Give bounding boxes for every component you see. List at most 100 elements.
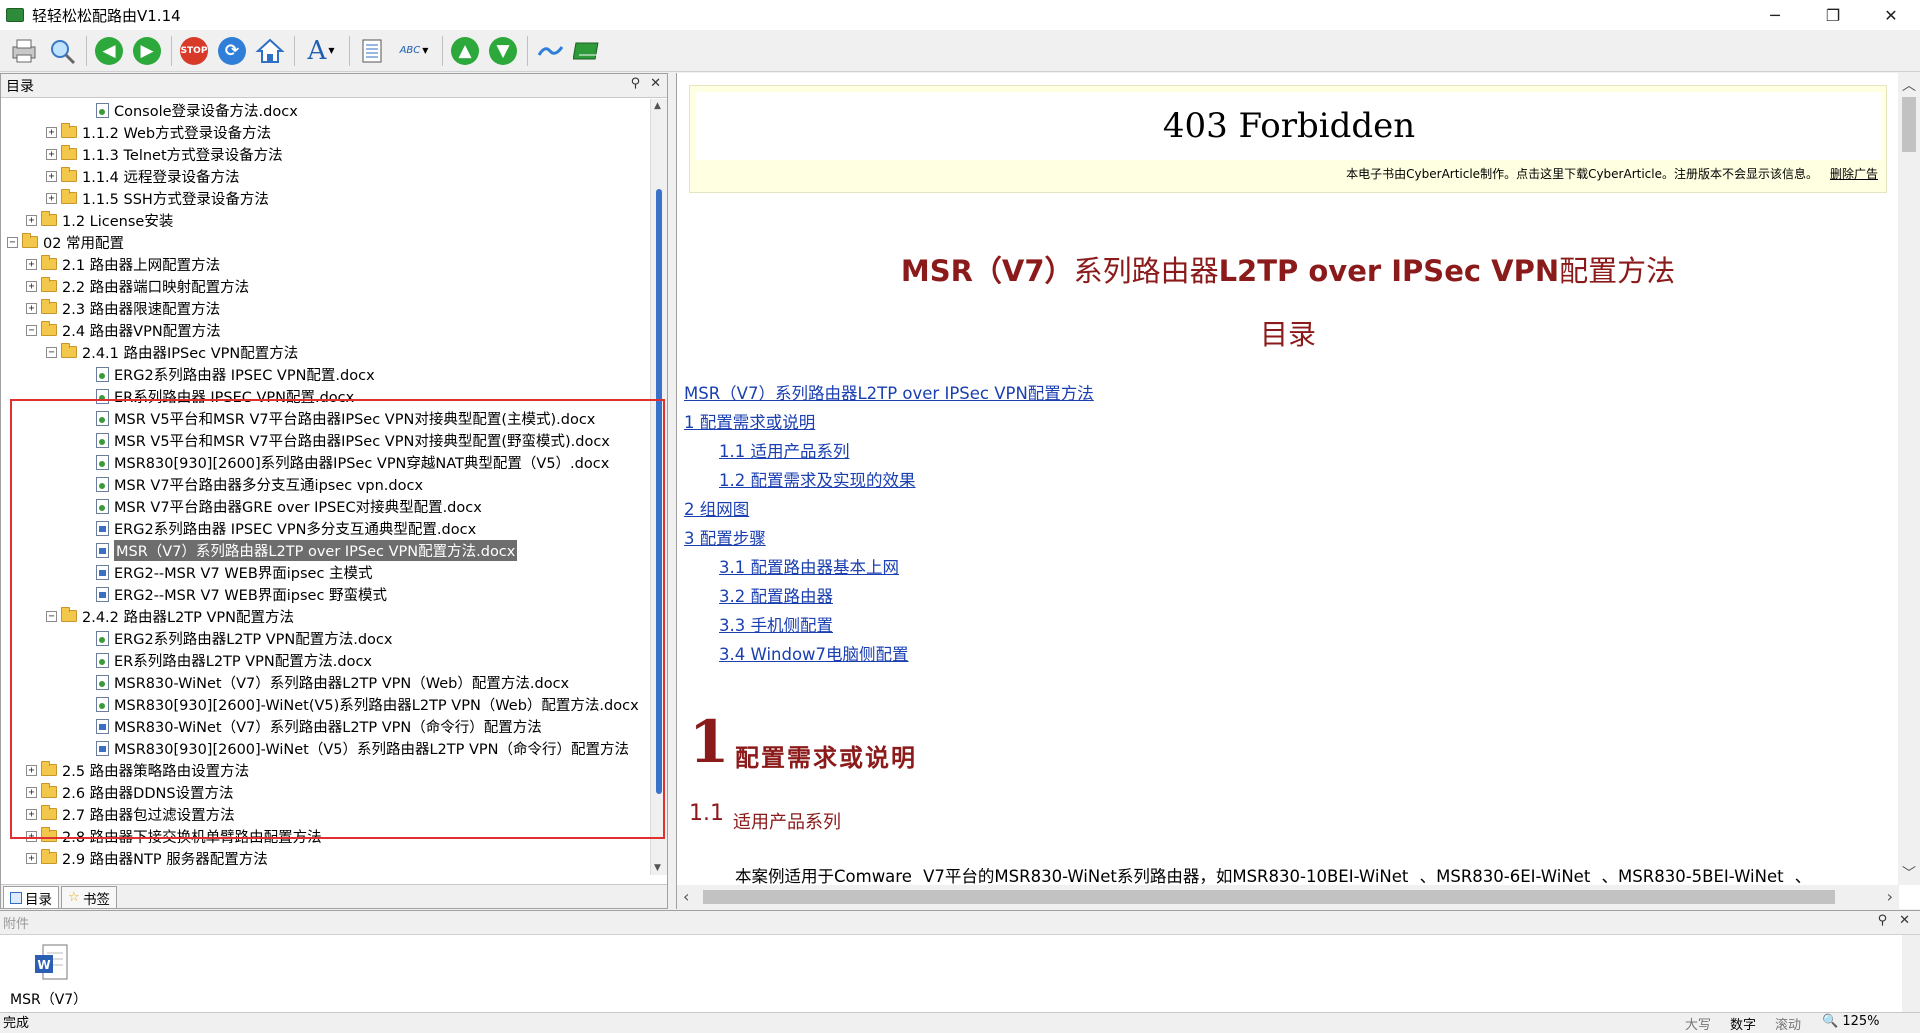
expand-icon[interactable]: + <box>26 258 37 270</box>
tree-document-node[interactable]: ERG2系列路由器 IPSEC VPN多分支互通典型配置.docx <box>81 517 476 539</box>
catalog-button[interactable] <box>354 33 390 69</box>
scroll-down-arrow-icon[interactable]: ▼ <box>654 863 661 873</box>
expand-icon[interactable]: + <box>46 170 57 182</box>
scrollbar-thumb[interactable] <box>1902 97 1916 152</box>
forward-button[interactable]: ▶ <box>129 33 165 69</box>
tree-document-node[interactable]: MSR830-WiNet（V7）系列路由器L2TP VPN（Web）配置方法.d… <box>81 671 569 693</box>
scrollbar-thumb[interactable] <box>703 890 1835 904</box>
toc-link[interactable]: 3.3 手机侧配置 <box>719 612 833 636</box>
expand-icon[interactable]: + <box>26 808 37 820</box>
tree-document-node[interactable]: MSR830[930][2600]-WiNet(V5)系列路由器L2TP VPN… <box>81 693 639 715</box>
spell-button[interactable]: ABC ▼ <box>392 33 436 69</box>
attachment-scrollbar[interactable] <box>1902 935 1920 1013</box>
tab-toc[interactable]: 目录 <box>3 886 59 908</box>
banner-note[interactable]: 本电子书由CyberArticle制作。点击这里下载CyberArticle。注… <box>1346 165 1818 182</box>
toc-link[interactable]: 2 组网图 <box>684 496 749 520</box>
toc-link[interactable]: 3.2 配置路由器 <box>719 583 833 607</box>
expand-icon[interactable]: + <box>46 148 57 160</box>
scroll-up-arrow-icon[interactable]: ▲ <box>654 101 661 111</box>
scroll-down-arrow-icon[interactable]: ﹀ <box>1902 863 1916 883</box>
panel-close-icon[interactable]: ✕ <box>1899 913 1910 928</box>
tree-folder-node[interactable]: +2.3 路由器限速配置方法 <box>26 297 220 319</box>
tree-folder-node[interactable]: − 2.4 路由器VPN配置方法 <box>26 319 221 341</box>
tree-folder-node[interactable]: +2.8 路由器下接交换机单臂路由配置方法 <box>26 825 322 847</box>
back-button[interactable]: ◀ <box>91 33 127 69</box>
expand-icon[interactable]: + <box>26 280 37 292</box>
tree-document-node[interactable]: ERG2系列路由器 IPSEC VPN配置.docx <box>81 363 375 385</box>
tree-document-node[interactable]: MSR V5平台和MSR V7平台路由器IPSec VPN对接典型配置(主模式)… <box>81 407 595 429</box>
tree-folder-node[interactable]: +2.9 路由器NTP 服务器配置方法 <box>26 847 268 869</box>
pin-icon[interactable]: ⚲ <box>1878 913 1888 928</box>
expand-icon[interactable]: + <box>26 786 37 798</box>
word-file-icon[interactable]: W <box>33 943 69 983</box>
tree-folder-node[interactable]: − 2.4.1 路由器IPSec VPN配置方法 <box>46 341 298 363</box>
toc-link[interactable]: 1.1 适用产品系列 <box>719 438 850 462</box>
refresh-button[interactable]: ⟳ <box>214 33 250 69</box>
tree-folder-node[interactable]: − 2.4.2 路由器L2TP VPN配置方法 <box>46 605 294 627</box>
tree-folder-node[interactable]: +1.1.4 远程登录设备方法 <box>46 165 240 187</box>
expand-icon[interactable]: + <box>26 302 37 314</box>
toc-link[interactable]: MSR（V7）系列路由器L2TP over IPSec VPN配置方法 <box>684 380 1094 404</box>
tree-folder-node[interactable]: +1.2 License安装 <box>26 209 173 231</box>
expand-icon[interactable]: + <box>46 126 57 138</box>
tree-document-node[interactable]: MSR830[930][2600]-WiNet（V5）系列路由器L2TP VPN… <box>81 737 629 759</box>
stop-button[interactable]: STOP <box>176 33 212 69</box>
toc-link[interactable]: 1.2 配置需求及实现的效果 <box>719 467 916 491</box>
scroll-left-arrow-icon[interactable]: ‹ <box>683 887 689 906</box>
tree-document-node[interactable]: MSR（V7）系列路由器L2TP over IPSec VPN配置方法.docx <box>81 539 518 561</box>
tree-document-node[interactable]: MSR830[930][2600]系列路由器IPSec VPN穿越NAT典型配置… <box>81 451 609 473</box>
home-button[interactable] <box>252 33 288 69</box>
toc-link[interactable]: 3.4 Window7电脑侧配置 <box>719 641 909 665</box>
collapse-icon[interactable]: − <box>26 324 37 336</box>
collapse-icon[interactable]: − <box>46 346 57 358</box>
tree-document-node[interactable]: ERG2系列路由器L2TP VPN配置方法.docx <box>81 627 392 649</box>
tree-document-node[interactable]: ER系列路由器 IPSEC VPN配置.docx <box>81 385 354 407</box>
toc-link[interactable]: 1 配置需求或说明 <box>684 409 815 433</box>
expand-icon[interactable]: + <box>26 764 37 776</box>
font-size-button[interactable]: A ▼ <box>299 33 343 69</box>
tree-document-node[interactable]: MSR V7平台路由器多分支互通ipsec vpn.docx <box>81 473 423 495</box>
document-vscrollbar[interactable]: ︿ ﹀ <box>1898 73 1920 885</box>
attachment-file-label[interactable]: MSR（V7） <box>10 989 87 1009</box>
tree-folder-node[interactable]: − 02 常用配置 <box>7 231 124 253</box>
tree-document-node[interactable]: MSR V7平台路由器GRE over IPSEC对接典型配置.docx <box>81 495 482 517</box>
scroll-right-arrow-icon[interactable]: › <box>1887 887 1893 906</box>
tree-document-node[interactable]: MSR830-WiNet（V7）系列路由器L2TP VPN（命令行）配置方法 <box>81 715 542 737</box>
tree-folder-node[interactable]: +2.2 路由器端口映射配置方法 <box>26 275 249 297</box>
scroll-down-button[interactable]: ▼ <box>485 33 521 69</box>
scroll-up-button[interactable]: ▲ <box>447 33 483 69</box>
maximize-button[interactable]: ❐ <box>1804 0 1862 30</box>
link-button[interactable] <box>532 33 568 69</box>
tree-folder-node[interactable]: +2.7 路由器包过滤设置方法 <box>26 803 235 825</box>
expand-icon[interactable]: + <box>26 852 37 864</box>
toc-link[interactable]: 3.1 配置路由器基本上网 <box>719 554 899 578</box>
panel-close-icon[interactable]: ✕ <box>650 76 661 91</box>
expand-icon[interactable]: + <box>26 830 37 842</box>
tree-folder-node[interactable]: +1.1.5 SSH方式登录设备方法 <box>46 187 269 209</box>
tab-bookmark[interactable]: ☆ 书签 <box>61 886 117 908</box>
toc-link[interactable]: 3 配置步骤 <box>684 525 766 549</box>
close-button[interactable]: ✕ <box>1862 0 1920 30</box>
scroll-up-arrow-icon[interactable]: ︿ <box>1902 75 1916 95</box>
tree-document-node[interactable]: MSR V5平台和MSR V7平台路由器IPSec VPN对接典型配置(野蛮模式… <box>81 429 610 451</box>
collapse-icon[interactable]: − <box>46 610 57 622</box>
remove-ad-link[interactable]: 删除广告 <box>1830 165 1878 182</box>
tree-folder-node[interactable]: +2.6 路由器DDNS设置方法 <box>26 781 234 803</box>
book-button[interactable] <box>570 33 606 69</box>
tree-folder-node[interactable]: +1.1.2 Web方式登录设备方法 <box>46 121 271 143</box>
document-hscrollbar[interactable]: ‹ › <box>677 885 1899 909</box>
pin-icon[interactable]: ⚲ <box>631 76 641 91</box>
expand-icon[interactable]: + <box>46 192 57 204</box>
tree-folder-node[interactable]: +1.1.3 Telnet方式登录设备方法 <box>46 143 283 165</box>
zoom-indicator[interactable]: 🔍 125% <box>1822 1014 1880 1029</box>
expand-icon[interactable]: + <box>26 214 37 226</box>
collapse-icon[interactable]: − <box>7 236 18 248</box>
tree-folder-node[interactable]: +2.1 路由器上网配置方法 <box>26 253 220 275</box>
scrollbar-thumb[interactable] <box>656 189 662 794</box>
print-button[interactable] <box>6 33 42 69</box>
tree-folder-node[interactable]: +2.5 路由器策略路由设置方法 <box>26 759 249 781</box>
toc-scrollbar[interactable]: ▲ ▼ <box>650 99 667 875</box>
tree-document-node[interactable]: Console登录设备方法.docx <box>81 99 298 121</box>
find-button[interactable] <box>44 33 80 69</box>
tree-document-node[interactable]: ER系列路由器L2TP VPN配置方法.docx <box>81 649 372 671</box>
